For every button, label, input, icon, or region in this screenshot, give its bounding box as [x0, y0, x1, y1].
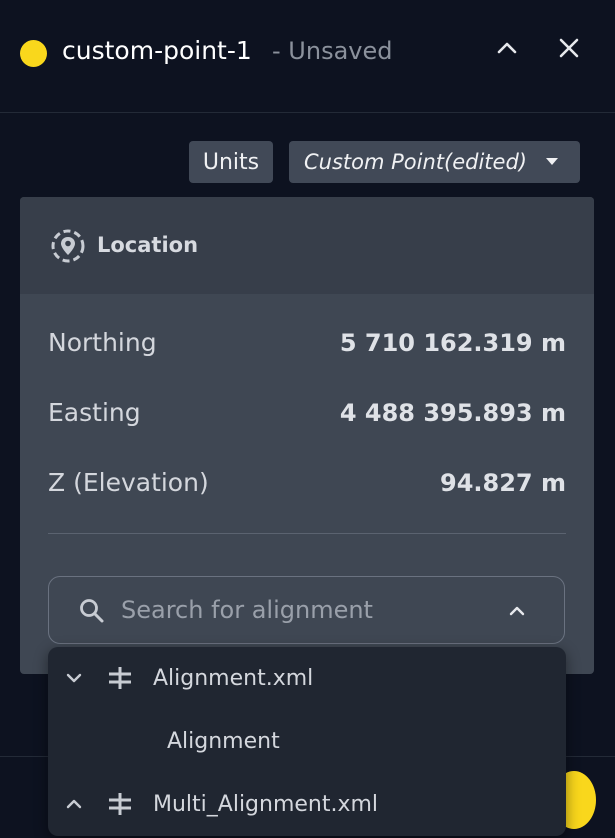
- caret-down-icon: [546, 158, 558, 165]
- northing-value: 5 710 162.319 m: [339, 329, 566, 357]
- alignment-icon: [109, 793, 131, 815]
- alignment-file-item[interactable]: Alignment.xml: [48, 650, 566, 704]
- multi-alignment-file-item[interactable]: Multi_Alignment.xml: [48, 776, 566, 830]
- alignment-item-label: Alignment: [167, 729, 280, 754]
- alignment-dropdown: Alignment.xml Alignment Multi_Alignment.…: [48, 647, 566, 836]
- easting-label: Easting: [48, 398, 141, 427]
- preset-select[interactable]: Custom Point(edited): [289, 141, 580, 183]
- search-icon: [80, 599, 104, 623]
- location-card-header: Location: [20, 197, 594, 294]
- alignment-icon: [109, 667, 131, 689]
- location-pin-icon: [51, 229, 85, 263]
- alignment-file-label: Alignment.xml: [153, 666, 314, 691]
- collapse-button[interactable]: [489, 30, 525, 66]
- chevron-up-icon[interactable]: [64, 794, 84, 814]
- easting-value: 4 488 395.893 m: [339, 399, 566, 427]
- northing-label: Northing: [48, 328, 157, 357]
- close-icon: [559, 38, 579, 58]
- location-card: Location Northing 5 710 162.319 m Eastin…: [20, 197, 594, 674]
- search-input[interactable]: [121, 594, 501, 626]
- save-status: - Unsaved: [272, 37, 393, 65]
- multi-alignment-file-label: Multi_Alignment.xml: [153, 792, 379, 817]
- units-button[interactable]: Units: [189, 141, 273, 183]
- alignment-search[interactable]: [48, 576, 565, 644]
- divider: [48, 533, 566, 534]
- chevron-down-icon[interactable]: [64, 668, 84, 688]
- location-title: Location: [97, 233, 199, 257]
- preset-select-label: Custom Point(edited): [304, 150, 527, 174]
- point-name: custom-point-1: [62, 36, 252, 65]
- chevron-up-icon: [497, 42, 517, 54]
- point-color-dot: [20, 40, 47, 67]
- panel-header: custom-point-1 - Unsaved: [0, 0, 615, 113]
- chevron-up-icon[interactable]: [505, 599, 529, 623]
- alignment-item[interactable]: Alignment: [48, 713, 566, 767]
- elevation-value: 94.827 m: [440, 469, 566, 497]
- close-button[interactable]: [551, 30, 587, 66]
- elevation-label: Z (Elevation): [48, 468, 209, 497]
